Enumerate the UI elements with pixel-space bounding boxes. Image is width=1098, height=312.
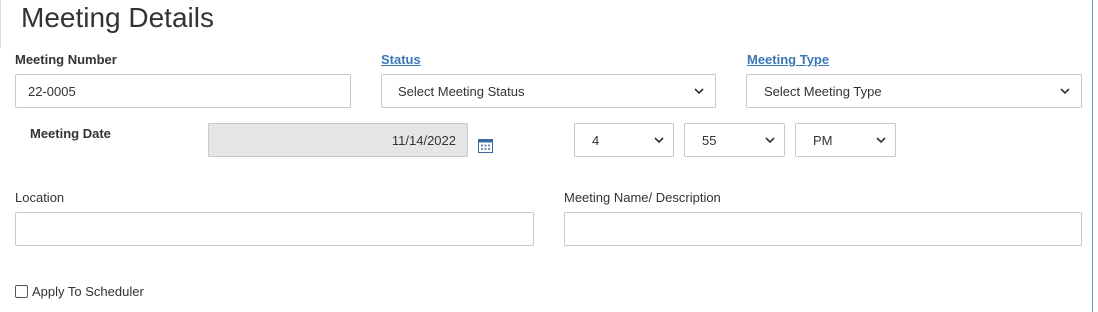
ampm-select[interactable]: PM [795, 123, 896, 157]
meeting-type-selected-value: Select Meeting Type [764, 83, 882, 99]
chevron-down-icon [694, 88, 704, 95]
location-label: Location [15, 190, 65, 205]
status-select[interactable]: Select Meeting Status [381, 74, 716, 108]
location-input[interactable] [15, 212, 534, 246]
status-link[interactable]: Status [381, 52, 421, 68]
ampm-selected-value: PM [813, 132, 833, 148]
meeting-date-input: 11/14/2022 [208, 123, 468, 157]
meeting-number-value: 22-0005 [28, 83, 76, 99]
panel-left-border [0, 0, 1, 48]
meeting-date-value: 11/14/2022 [391, 132, 456, 148]
meeting-date-label: Meeting Date [30, 126, 111, 141]
chevron-down-icon [765, 137, 775, 144]
minute-select[interactable]: 55 [684, 123, 785, 157]
calendar-icon[interactable] [478, 138, 493, 153]
hour-select[interactable]: 4 [574, 123, 674, 157]
chevron-down-icon [654, 137, 664, 144]
minute-selected-value: 55 [702, 132, 717, 148]
meeting-number-label: Meeting Number [15, 52, 117, 67]
meeting-number-input[interactable]: 22-0005 [15, 74, 351, 108]
apply-to-scheduler-label[interactable]: Apply To Scheduler [32, 284, 144, 300]
meeting-name-label: Meeting Name/ Description [564, 190, 721, 205]
chevron-down-icon [1060, 88, 1070, 95]
section-title: Meeting Details [21, 2, 214, 33]
chevron-down-icon [876, 137, 886, 144]
meeting-type-select[interactable]: Select Meeting Type [746, 74, 1082, 108]
meeting-name-input[interactable] [564, 212, 1082, 246]
status-selected-value: Select Meeting Status [398, 83, 525, 99]
meeting-details-panel: Meeting Details Meeting Number 22-0005 S… [0, 0, 1098, 312]
panel-right-border [1092, 0, 1093, 312]
apply-to-scheduler-checkbox[interactable] [15, 285, 28, 298]
hour-selected-value: 4 [592, 132, 600, 148]
meeting-type-link[interactable]: Meeting Type [747, 52, 829, 68]
